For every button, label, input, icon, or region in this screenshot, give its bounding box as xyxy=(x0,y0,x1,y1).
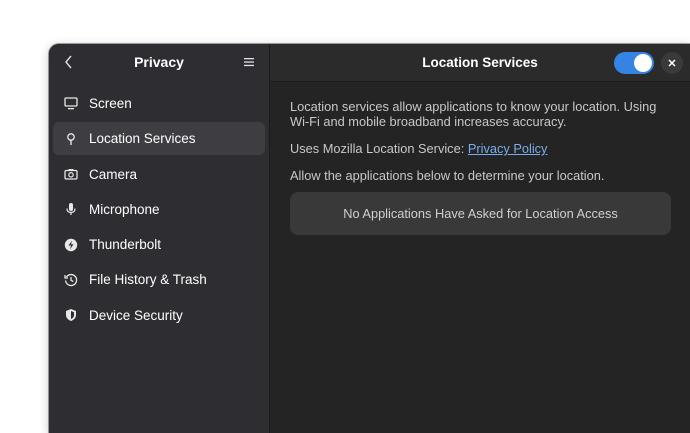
location-pin-icon xyxy=(63,131,79,147)
sidebar-item-microphone[interactable]: Microphone xyxy=(53,193,265,226)
sidebar-item-label: File History & Trash xyxy=(89,272,207,288)
settings-window: Privacy Screen Location Services Camera … xyxy=(49,44,690,433)
sidebar-item-label: Location Services xyxy=(89,131,196,147)
main-menu-button[interactable] xyxy=(239,52,259,72)
content-body: Location services allow applications to … xyxy=(290,99,672,235)
page-title: Location Services xyxy=(422,55,538,70)
sidebar-item-label: Camera xyxy=(89,166,138,182)
shield-icon xyxy=(63,307,79,323)
monitor-icon xyxy=(63,96,79,112)
sidebar-item-location-services[interactable]: Location Services xyxy=(53,122,265,156)
microphone-icon xyxy=(63,201,79,217)
sidebar-item-file-history-trash[interactable]: File History & Trash xyxy=(53,263,265,296)
camera-icon xyxy=(63,166,79,182)
apps-list-empty: No Applications Have Asked for Location … xyxy=(290,192,671,235)
privacy-policy-link[interactable]: Privacy Policy xyxy=(468,141,548,156)
sidebar: Privacy Screen Location Services Camera … xyxy=(49,44,270,433)
chevron-left-icon xyxy=(65,55,72,69)
history-icon xyxy=(63,272,79,288)
thunderbolt-icon xyxy=(63,237,79,253)
content-header: Location Services xyxy=(270,44,690,82)
back-button[interactable] xyxy=(59,52,79,72)
toggle-knob xyxy=(634,54,652,72)
sidebar-item-screen[interactable]: Screen xyxy=(53,87,265,120)
sidebar-item-label: Thunderbolt xyxy=(89,237,162,253)
apps-intro-text: Allow the applications below to determin… xyxy=(290,168,605,183)
sidebar-item-device-security[interactable]: Device Security xyxy=(53,299,265,332)
sidebar-item-label: Microphone xyxy=(89,201,160,217)
sidebar-title: Privacy xyxy=(134,54,184,70)
close-icon xyxy=(668,59,676,67)
sidebar-item-thunderbolt[interactable]: Thunderbolt xyxy=(53,228,265,261)
sidebar-header: Privacy xyxy=(49,44,269,81)
location-services-toggle[interactable] xyxy=(614,52,654,74)
description-text: Location services allow applications to … xyxy=(290,99,657,129)
content-pane: Location Services Location services allo… xyxy=(270,44,690,433)
service-text: Uses Mozilla Location Service: Privacy P… xyxy=(290,141,672,156)
close-button[interactable] xyxy=(661,52,683,74)
hamburger-menu-icon xyxy=(244,58,254,67)
empty-message: No Applications Have Asked for Location … xyxy=(343,206,618,221)
sidebar-item-label: Device Security xyxy=(89,307,183,323)
sidebar-item-camera[interactable]: Camera xyxy=(53,158,265,191)
sidebar-list: Screen Location Services Camera Micropho… xyxy=(53,87,265,334)
service-prefix: Uses Mozilla Location Service: xyxy=(290,141,468,156)
sidebar-item-label: Screen xyxy=(89,96,132,111)
